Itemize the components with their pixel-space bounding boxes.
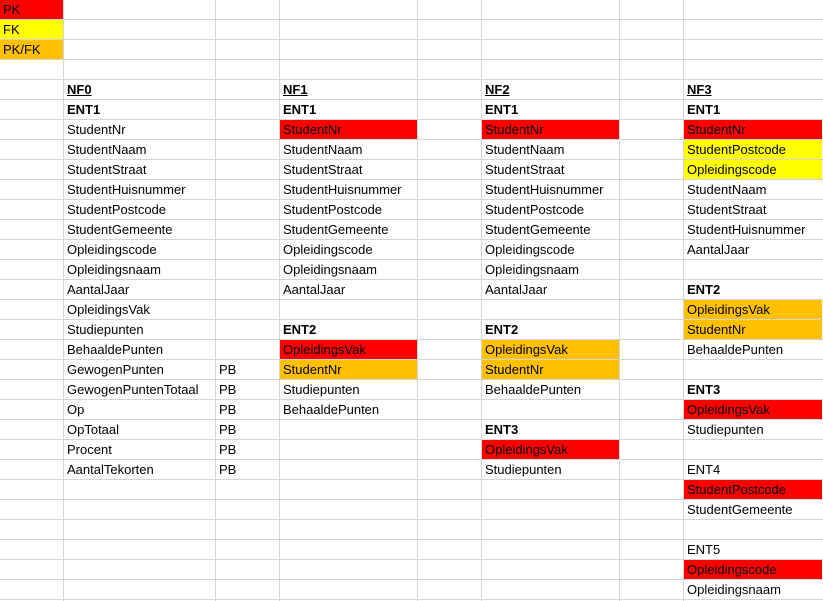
attribute-cell[interactable]: Opleidingsnaam <box>684 580 822 599</box>
entity-label[interactable]: ENT1 <box>684 100 822 119</box>
entity-label[interactable]: ENT2 <box>280 320 417 339</box>
entity-label[interactable]: ENT4 <box>684 460 822 479</box>
column-header-nf2[interactable]: NF2 <box>482 80 619 99</box>
attribute-cell[interactable]: StudentGemeente <box>684 500 822 519</box>
entity-label[interactable]: ENT1 <box>482 100 619 119</box>
note-cell[interactable]: PB <box>216 380 279 399</box>
attribute-cell[interactable]: AantalTekorten <box>64 460 215 479</box>
attribute-cell[interactable]: StudentHuisnummer <box>64 180 215 199</box>
attribute-cell[interactable]: BehaaldePunten <box>482 380 619 399</box>
note-cell[interactable]: PB <box>216 420 279 439</box>
attribute-cell[interactable]: StudentStraat <box>684 200 822 219</box>
attribute-cell[interactable]: StudentNr <box>482 360 619 379</box>
attribute-cell[interactable]: Opleidingscode <box>482 240 619 259</box>
attribute-cell[interactable]: StudentPostcode <box>482 200 619 219</box>
gridline-row <box>0 59 823 60</box>
attribute-cell[interactable]: AantalJaar <box>684 240 822 259</box>
entity-label[interactable]: ENT3 <box>684 380 822 399</box>
attribute-cell[interactable]: Opleidingscode <box>280 240 417 259</box>
attribute-cell[interactable]: OpleidingsVak <box>280 340 417 359</box>
note-cell[interactable]: PB <box>216 400 279 419</box>
attribute-cell[interactable]: StudentHuisnummer <box>684 220 822 239</box>
attribute-cell[interactable]: BehaaldePunten <box>684 340 822 359</box>
attribute-cell[interactable]: BehaaldePunten <box>64 340 215 359</box>
attribute-cell[interactable]: StudentStraat <box>482 160 619 179</box>
attribute-cell[interactable]: OpleidingsVak <box>684 400 822 419</box>
legend-cell-pk[interactable]: PK <box>0 0 63 19</box>
attribute-cell[interactable]: OpleidingsVak <box>684 300 822 319</box>
attribute-cell[interactable]: StudentNaam <box>482 140 619 159</box>
attribute-cell[interactable]: Studiepunten <box>64 320 215 339</box>
column-header-nf1[interactable]: NF1 <box>280 80 417 99</box>
gridline-col <box>619 0 620 601</box>
attribute-cell[interactable]: Opleidingsnaam <box>280 260 417 279</box>
attribute-cell[interactable]: Studiepunten <box>684 420 822 439</box>
column-header-nf3[interactable]: NF3 <box>684 80 822 99</box>
attribute-cell[interactable]: Studiepunten <box>280 380 417 399</box>
attribute-cell[interactable]: Studiepunten <box>482 460 619 479</box>
entity-label[interactable]: ENT5 <box>684 540 822 559</box>
attribute-cell[interactable]: OpleidingsVak <box>482 440 619 459</box>
attribute-cell[interactable]: StudentPostcode <box>280 200 417 219</box>
attribute-cell[interactable]: BehaaldePunten <box>280 400 417 419</box>
note-cell[interactable]: PB <box>216 360 279 379</box>
gridline-col <box>417 0 418 601</box>
attribute-cell[interactable]: StudentNr <box>684 320 822 339</box>
attribute-cell[interactable]: StudentStraat <box>280 160 417 179</box>
attribute-cell[interactable]: GewogenPuntenTotaal <box>64 380 215 399</box>
gridline-row <box>0 39 823 40</box>
attribute-cell[interactable]: GewogenPunten <box>64 360 215 379</box>
attribute-cell[interactable]: AantalJaar <box>482 280 619 299</box>
attribute-cell[interactable]: StudentHuisnummer <box>280 180 417 199</box>
attribute-cell[interactable]: AantalJaar <box>64 280 215 299</box>
gridline-col <box>215 0 216 601</box>
legend-cell-pk-fk[interactable]: PK/FK <box>0 40 63 59</box>
spreadsheet-grid[interactable]: PK FK PK/FK NF0 ENT1 StudentNr StudentNaam Stud… <box>0 0 823 601</box>
attribute-cell[interactable]: StudentNaam <box>280 140 417 159</box>
attribute-cell[interactable]: StudentPostcode <box>684 480 822 499</box>
note-cell[interactable]: PB <box>216 440 279 459</box>
attribute-cell[interactable]: StudentPostcode <box>64 200 215 219</box>
attribute-cell[interactable]: OpTotaal <box>64 420 215 439</box>
attribute-cell[interactable]: Procent <box>64 440 215 459</box>
attribute-cell[interactable]: StudentNr <box>482 120 619 139</box>
attribute-cell[interactable]: StudentNaam <box>64 140 215 159</box>
entity-label[interactable]: ENT2 <box>482 320 619 339</box>
attribute-cell[interactable]: Opleidingscode <box>684 160 822 179</box>
legend-cell-fk[interactable]: FK <box>0 20 63 39</box>
attribute-cell[interactable]: StudentNaam <box>684 180 822 199</box>
column-header-nf0[interactable]: NF0 <box>64 80 215 99</box>
attribute-cell[interactable]: StudentGemeente <box>482 220 619 239</box>
attribute-cell[interactable]: Opleidingscode <box>64 240 215 259</box>
note-cell[interactable]: PB <box>216 460 279 479</box>
attribute-cell[interactable]: StudentHuisnummer <box>482 180 619 199</box>
gridline-row <box>0 19 823 20</box>
entity-label[interactable]: ENT3 <box>482 420 619 439</box>
attribute-cell[interactable]: Op <box>64 400 215 419</box>
attribute-cell[interactable]: StudentPostcode <box>684 140 822 159</box>
entity-label[interactable]: ENT2 <box>684 280 822 299</box>
gridline-row <box>0 519 823 520</box>
attribute-cell[interactable]: StudentGemeente <box>280 220 417 239</box>
attribute-cell[interactable]: StudentNr <box>64 120 215 139</box>
attribute-cell[interactable]: AantalJaar <box>280 280 417 299</box>
gridline-row <box>0 599 823 600</box>
attribute-cell[interactable]: StudentNr <box>684 120 822 139</box>
attribute-cell[interactable]: Opleidingsnaam <box>64 260 215 279</box>
attribute-cell[interactable]: StudentNr <box>280 120 417 139</box>
attribute-cell[interactable]: StudentNr <box>280 360 417 379</box>
entity-label[interactable]: ENT1 <box>280 100 417 119</box>
attribute-cell[interactable]: StudentStraat <box>64 160 215 179</box>
entity-label[interactable]: ENT1 <box>64 100 215 119</box>
attribute-cell[interactable]: Opleidingscode <box>684 560 822 579</box>
attribute-cell[interactable]: Opleidingsnaam <box>482 260 619 279</box>
attribute-cell[interactable]: OpleidingsVak <box>482 340 619 359</box>
attribute-cell[interactable]: StudentGemeente <box>64 220 215 239</box>
attribute-cell[interactable]: OpleidingsVak <box>64 300 215 319</box>
